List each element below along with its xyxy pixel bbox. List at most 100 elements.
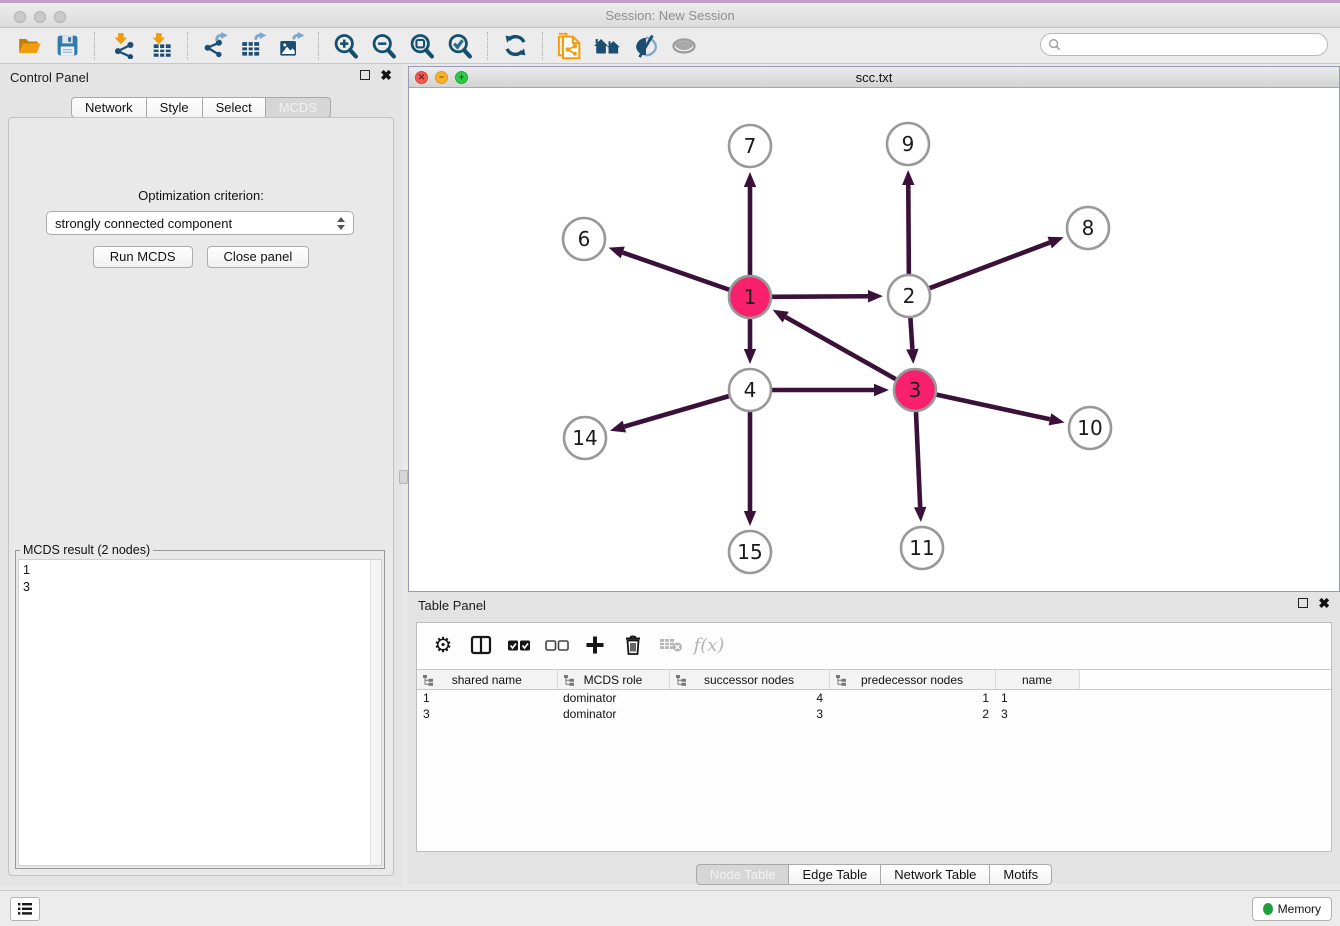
float-table-panel-icon[interactable] <box>1298 598 1308 608</box>
column-header-predecessor-nodes[interactable]: predecessor nodes <box>829 670 995 690</box>
network-canvas[interactable]: 7968124314101511 <box>409 88 1339 591</box>
tab-select[interactable]: Select <box>203 97 266 118</box>
open-folder-icon <box>16 33 43 59</box>
import-table-button[interactable] <box>141 30 179 62</box>
add-column-button[interactable] <box>579 629 611 661</box>
graph-edge[interactable] <box>936 395 1049 420</box>
home-layout-button[interactable] <box>589 30 627 62</box>
delete-column-button[interactable] <box>617 629 649 661</box>
edge-arrowhead <box>744 349 756 364</box>
node-label: 9 <box>902 132 915 156</box>
edge-arrowhead <box>902 170 914 185</box>
delete-table-button[interactable] <box>655 629 687 661</box>
optimization-criterion-label: Optimization criterion: <box>9 188 393 203</box>
edge-arrowhead <box>1047 237 1063 249</box>
new-network-from-file-button[interactable] <box>551 30 589 62</box>
run-mcds-button[interactable]: Run MCDS <box>93 246 193 268</box>
panel-splitter-handle[interactable] <box>399 470 408 484</box>
save-session-button[interactable] <box>48 30 86 62</box>
close-panel-button[interactable]: Close panel <box>207 246 310 268</box>
edge-arrowhead <box>1049 413 1065 425</box>
tab-motifs[interactable]: Motifs <box>990 864 1052 885</box>
graph-edge[interactable] <box>786 317 896 379</box>
table-row[interactable]: 3 dominator 3 2 3 <box>417 706 1331 722</box>
toolbar-separator <box>318 32 319 60</box>
column-type-icon <box>422 674 434 686</box>
import-table-icon <box>147 32 174 59</box>
graph-edge[interactable] <box>908 185 909 274</box>
deselect-all-rows-button[interactable] <box>541 629 573 661</box>
tab-style[interactable]: Style <box>147 97 203 118</box>
zoom-in-button[interactable] <box>327 30 365 62</box>
column-visibility-button[interactable] <box>465 629 497 661</box>
search-field[interactable] <box>1040 33 1328 56</box>
tab-network-table[interactable]: Network Table <box>881 864 990 885</box>
node-label: 3 <box>909 378 922 402</box>
edge-arrowhead <box>744 172 756 187</box>
table-panel-title: Table Panel <box>418 598 486 613</box>
export-image-button[interactable] <box>272 30 310 62</box>
network-window-titlebar[interactable]: ✕ − + scc.txt <box>409 67 1339 88</box>
column-type-icon <box>675 674 687 686</box>
graph-edge[interactable] <box>624 396 729 426</box>
node-label: 4 <box>744 378 757 402</box>
edge-arrowhead <box>609 247 625 259</box>
result-scrollbar[interactable] <box>370 560 381 865</box>
graph-edge[interactable] <box>916 412 920 507</box>
graph-edge[interactable] <box>910 318 912 349</box>
column-header-successor-nodes[interactable]: successor nodes <box>669 670 829 690</box>
tab-edge-table[interactable]: Edge Table <box>789 864 881 885</box>
export-network-button[interactable] <box>196 30 234 62</box>
graph-edge[interactable] <box>930 243 1050 289</box>
dropdown-stepper-icon <box>337 217 345 230</box>
column-header-shared-name[interactable]: shared name <box>417 670 557 690</box>
eye-slash-icon <box>632 32 660 60</box>
close-table-panel-icon[interactable]: ✖ <box>1318 597 1330 609</box>
birds-eye-icon <box>670 32 698 60</box>
network-window-title: scc.txt <box>409 70 1339 85</box>
float-panel-icon[interactable] <box>360 70 370 80</box>
export-image-icon <box>278 32 305 59</box>
mcds-result-textarea[interactable]: 1 3 <box>18 559 382 866</box>
function-builder-button[interactable]: f(x) <box>693 629 725 661</box>
memory-button[interactable]: Memory <box>1252 897 1332 921</box>
column-header-mcds-role[interactable]: MCDS role <box>557 670 669 690</box>
network-graph[interactable]: 7968124314101511 <box>409 88 1339 591</box>
mcds-result-fieldset: MCDS result (2 nodes) 1 3 <box>15 543 385 869</box>
open-session-button[interactable] <box>10 30 48 62</box>
criterion-dropdown[interactable]: strongly connected component <box>46 211 354 235</box>
checked-boxes-icon <box>506 633 532 657</box>
graph-edge[interactable] <box>772 296 868 297</box>
close-panel-icon[interactable]: ✖ <box>380 69 392 81</box>
select-all-rows-button[interactable] <box>503 629 535 661</box>
birds-eye-view-button[interactable] <box>665 30 703 62</box>
graph-edge[interactable] <box>623 253 730 290</box>
tab-node-table[interactable]: Node Table <box>696 864 790 885</box>
zoom-out-button[interactable] <box>365 30 403 62</box>
result-line: 1 <box>23 562 367 579</box>
tab-network[interactable]: Network <box>71 97 147 118</box>
table-row[interactable]: 1 dominator 4 1 1 <box>417 690 1331 706</box>
search-input[interactable] <box>1065 36 1327 54</box>
import-network-icon <box>109 32 136 59</box>
table-settings-button[interactable]: ⚙ <box>427 629 459 661</box>
zoom-selected-icon <box>446 32 474 60</box>
window-title: Session: New Session <box>0 8 1340 23</box>
edge-arrowhead <box>874 384 889 396</box>
memory-label: Memory <box>1278 902 1321 916</box>
node-label: 11 <box>909 536 934 560</box>
task-history-button[interactable] <box>10 897 40 921</box>
toolbar-separator <box>187 32 188 60</box>
import-network-button[interactable] <box>103 30 141 62</box>
hide-graphics-details-button[interactable] <box>627 30 665 62</box>
gear-icon: ⚙ <box>434 635 453 656</box>
export-table-button[interactable] <box>234 30 272 62</box>
network-view-window: ✕ − + scc.txt 7968124314101511 <box>408 66 1340 592</box>
zoom-fit-button[interactable] <box>403 30 441 62</box>
tab-mcds[interactable]: MCDS <box>266 97 331 118</box>
zoom-selected-button[interactable] <box>441 30 479 62</box>
column-header-name[interactable]: name <box>995 670 1079 690</box>
plus-icon <box>583 633 607 657</box>
refresh-layout-button[interactable] <box>496 30 534 62</box>
unchecked-boxes-icon <box>544 633 570 657</box>
